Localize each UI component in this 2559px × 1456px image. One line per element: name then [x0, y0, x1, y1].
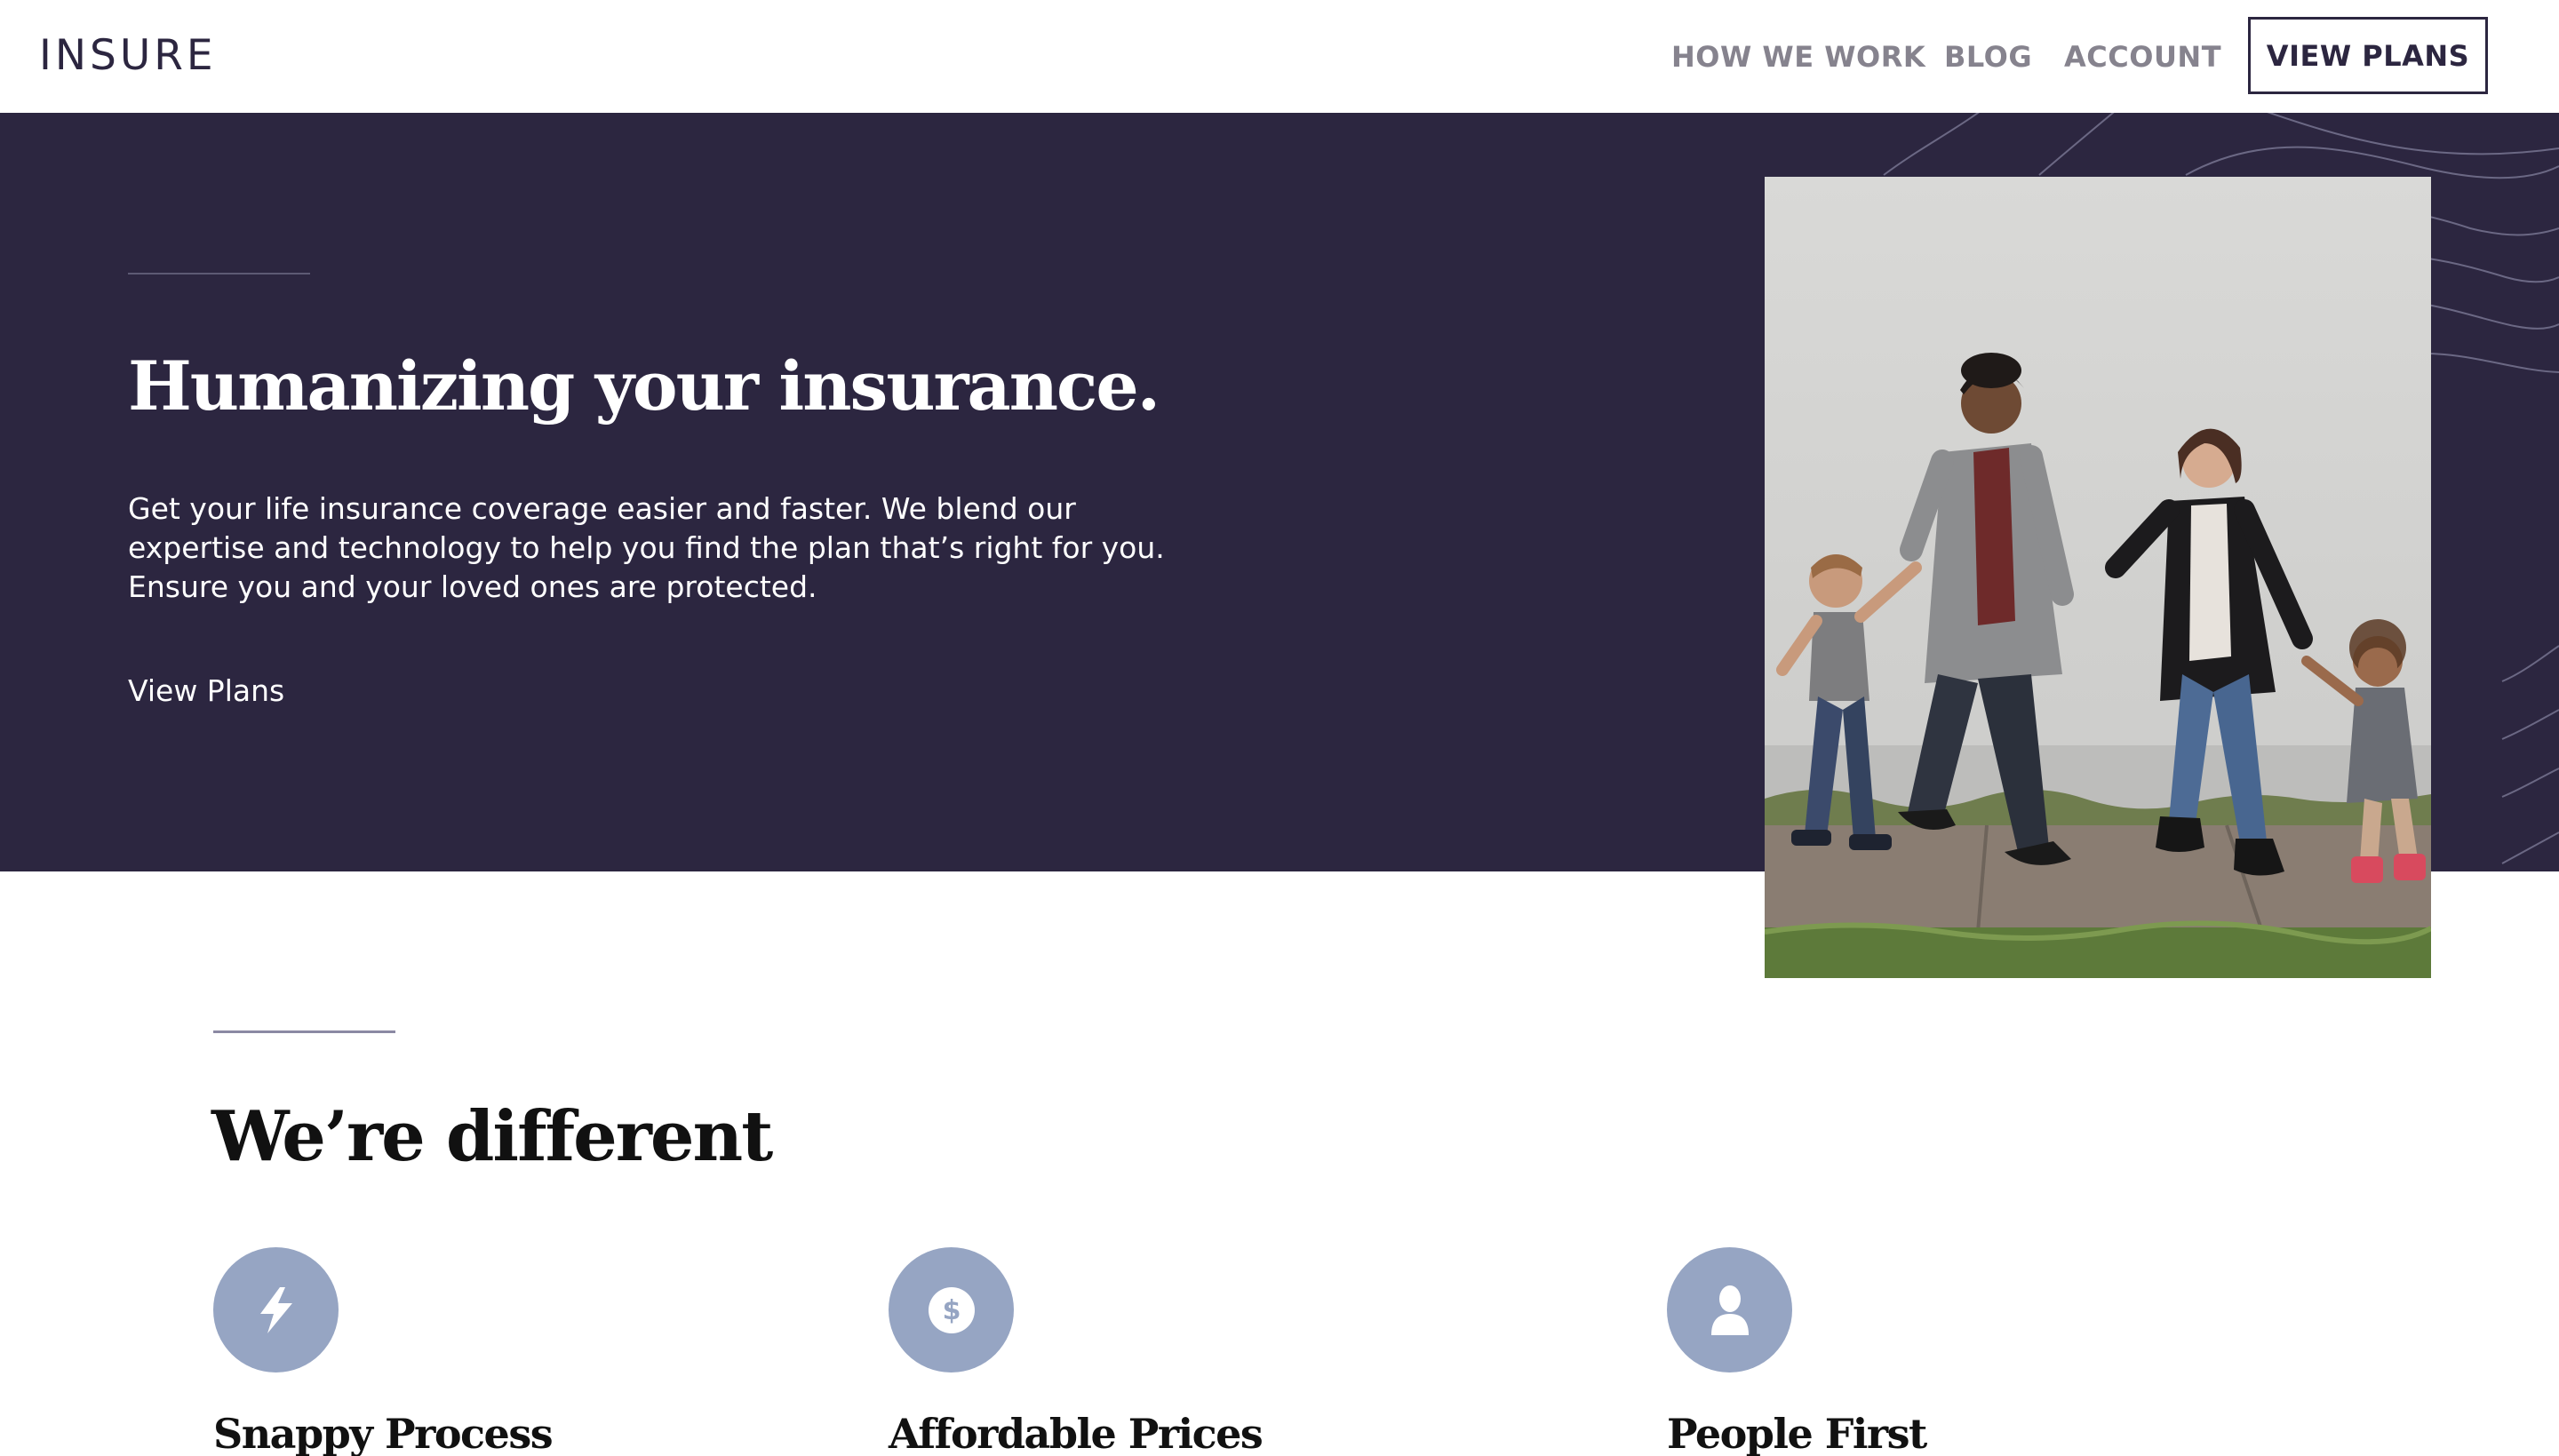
feature-snappy-process: Snappy Process: [213, 1247, 658, 1456]
section-divider: [213, 1030, 395, 1033]
person-icon: [1667, 1247, 1792, 1372]
view-plans-button[interactable]: VIEW PLANS: [2248, 17, 2488, 94]
section-title: We’re different: [211, 1096, 773, 1177]
nav-link-blog[interactable]: BLOG: [1944, 39, 2032, 75]
svg-text:$: $: [942, 1295, 961, 1326]
feature-title: People First: [1667, 1410, 1927, 1456]
family-photo-illustration: [1765, 177, 2431, 978]
nav-link-how-we-work[interactable]: HOW WE WORK: [1671, 39, 1925, 75]
hero-title: Humanizing your insurance.: [128, 346, 1160, 426]
feature-people-first: People First: [1667, 1247, 2111, 1456]
hero-view-plans-link[interactable]: View Plans: [128, 672, 284, 711]
feature-title: Affordable Prices: [889, 1410, 1264, 1456]
hero-divider: [128, 273, 310, 274]
family-photo: [1765, 177, 2431, 978]
nav-link-account[interactable]: ACCOUNT: [2064, 39, 2221, 75]
dollar-coin-icon: $: [889, 1247, 1014, 1372]
feature-title: Snappy Process: [213, 1410, 554, 1456]
logo[interactable]: INSURE: [39, 34, 217, 78]
feature-affordable-prices: $ Affordable Prices: [889, 1247, 1333, 1456]
lightning-bolt-icon: [213, 1247, 339, 1372]
hero-description: Get your life insurance coverage easier …: [128, 491, 1165, 604]
site-header: INSURE HOW WE WORK BLOG ACCOUNT VIEW PLA…: [0, 0, 2559, 113]
